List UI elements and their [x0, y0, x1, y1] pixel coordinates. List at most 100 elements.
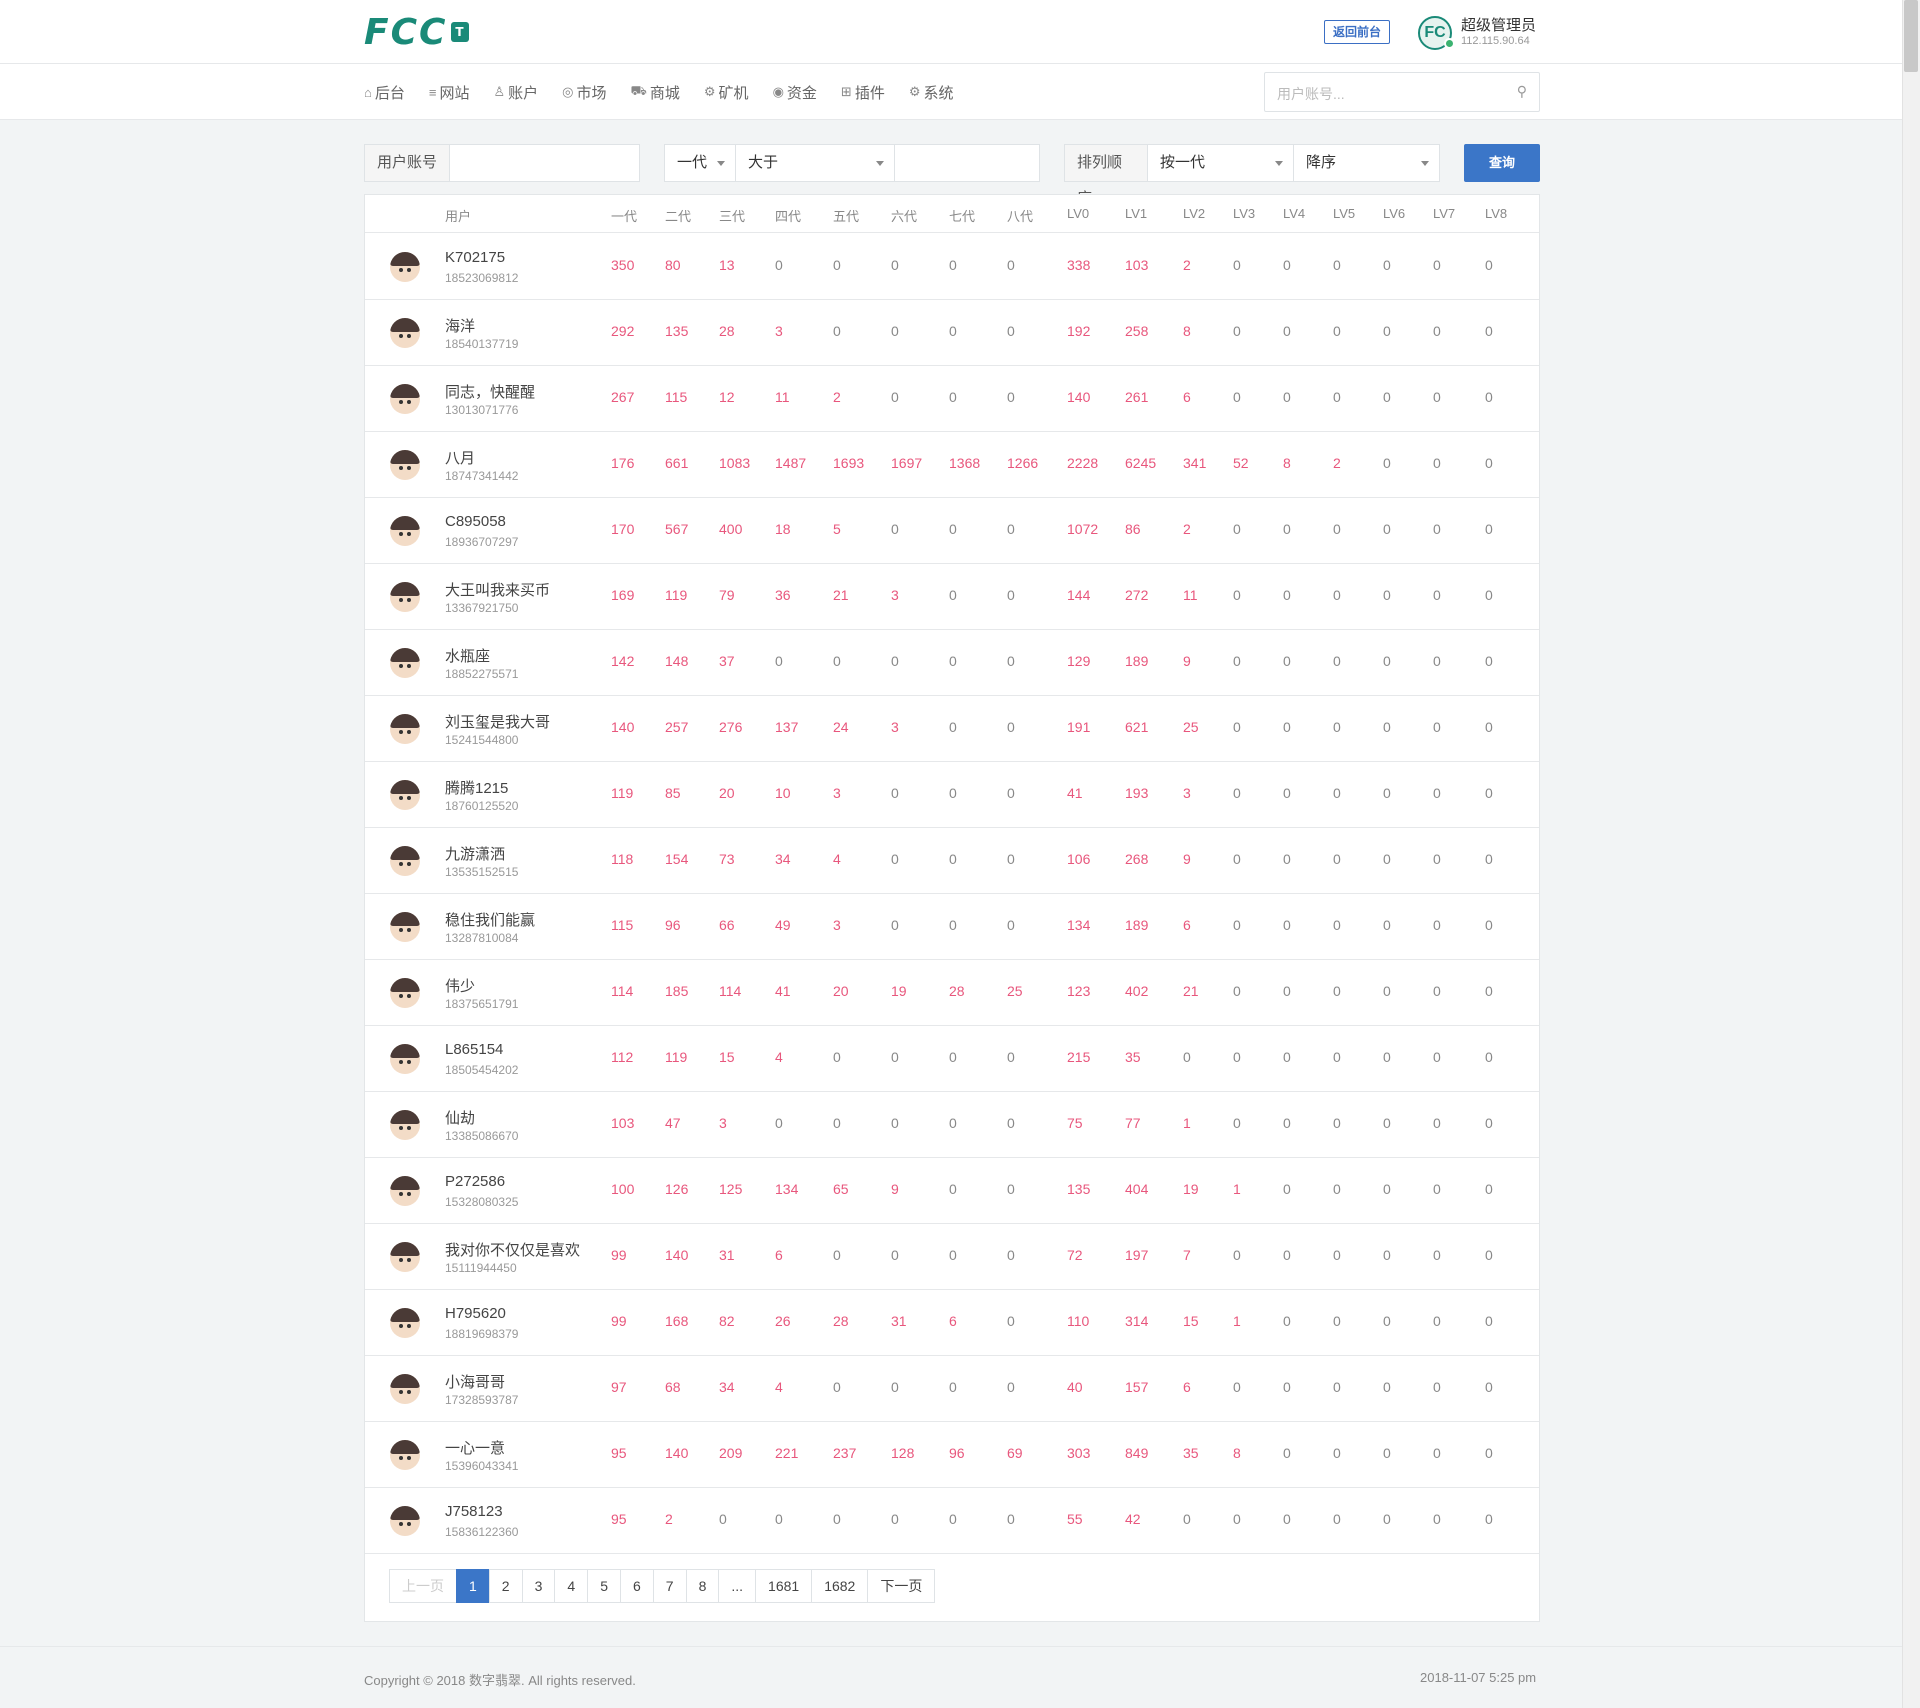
compare-value-input[interactable] [894, 144, 1040, 182]
query-button[interactable]: 查询 [1464, 144, 1540, 182]
table-row[interactable]: 八月 18747341442 176 661 1083 1487 1693 1697 1368 1… [365, 432, 1539, 498]
column-header[interactable]: LV2 [1183, 206, 1205, 221]
user-name[interactable]: 九游潇洒 [445, 843, 505, 864]
column-header[interactable]: LV7 [1433, 206, 1455, 221]
user-name[interactable]: 刘玉玺是我大哥 [445, 711, 550, 732]
user-name[interactable]: L865154 [445, 1041, 503, 1058]
column-header[interactable]: 三代 [719, 206, 745, 225]
table-row[interactable]: 仙劫 13385086670 103 47 3 0 0 0 0 0 75 77 1 0 0 0 0 0 0 [365, 1092, 1539, 1158]
page-button[interactable]: 1682 [811, 1569, 869, 1603]
user-name[interactable]: C895058 [445, 513, 506, 530]
column-header[interactable]: LV1 [1125, 206, 1147, 221]
table-cell: 0 [1433, 1445, 1441, 1461]
column-header[interactable]: 二代 [665, 206, 691, 225]
table-row[interactable]: 大王叫我来买币 13367921750 169 119 79 36 21 3 0 0 144 272 1… [365, 564, 1539, 630]
search-icon[interactable]: ⚲ [1517, 83, 1527, 100]
table-row[interactable]: L865154 18505454202 112 119 15 4 0 0 0 0 215 35 0 0 0 0… [365, 1026, 1539, 1092]
page-button[interactable]: 2 [488, 1569, 523, 1603]
column-header[interactable]: LV5 [1333, 206, 1355, 221]
order-by-select[interactable]: 按一代 [1147, 144, 1294, 182]
table-row[interactable]: 刘玉玺是我大哥 15241544800 140 257 276 137 24 3 0 0 191 62… [365, 696, 1539, 762]
nav-item-system[interactable]: ⚙ 系统 [909, 82, 954, 103]
table-row[interactable]: 水瓶座 18852275571 142 148 37 0 0 0 0 0 129 189 9 0 0 0 0 0 0 [365, 630, 1539, 696]
nav-item-plugin[interactable]: ⊞ 插件 [841, 82, 885, 103]
user-name[interactable]: 仙劫 [445, 1107, 475, 1128]
column-header[interactable]: 七代 [949, 206, 975, 225]
page-button[interactable]: 5 [587, 1569, 621, 1603]
page-button[interactable]: 4 [554, 1569, 589, 1603]
user-name[interactable]: P272586 [445, 1173, 505, 1190]
table-row[interactable]: J758123 15836122360 95 2 0 0 0 0 0 0 55 42 0 0 0 0 0 0 0 [365, 1488, 1539, 1554]
table-row[interactable]: 一心一意 15396043341 95 140 209 221 237 128 96 69 303 8… [365, 1422, 1539, 1488]
column-header[interactable]: 五代 [833, 206, 859, 225]
column-header[interactable]: 六代 [891, 206, 917, 225]
generation-select[interactable]: 一代 [664, 144, 736, 182]
fcc-logo[interactable]: FCC T [364, 12, 470, 53]
table-row[interactable]: 同志，快醒醒 13013071776 267 115 12 11 2 0 0 0 140 261 6 0 0… [365, 366, 1539, 432]
compare-select[interactable]: 大于 [735, 144, 895, 182]
account-input[interactable] [449, 144, 640, 182]
column-header[interactable]: 四代 [775, 206, 801, 225]
nav-item-website[interactable]: ≡ 网站 [429, 82, 470, 103]
table-row[interactable]: K702175 18523069812 350 80 13 0 0 0 0 0 338 103 2 0 0 0… [365, 234, 1539, 300]
user-name[interactable]: 八月 [445, 447, 475, 468]
table-cell: 134 [1067, 917, 1091, 933]
table-row[interactable]: 稳住我们能赢 13287810084 115 96 66 49 3 0 0 0 134 189 6 0 0 0… [365, 894, 1539, 960]
order-direction-select[interactable]: 降序 [1293, 144, 1440, 182]
page-scrollbar[interactable] [1902, 0, 1920, 1708]
user-name[interactable]: 一心一意 [445, 1437, 505, 1458]
column-header[interactable]: 用户 [445, 206, 471, 225]
user-name[interactable]: 我对你不仅仅是喜欢 [445, 1239, 580, 1260]
nav-item-account[interactable]: ♙ 账户 [493, 82, 538, 103]
table-cell: 129 [1067, 653, 1091, 669]
table-row[interactable]: 我对你不仅仅是喜欢 15111944450 99 140 31 6 0 0 0 0 72 197 7 0 0… [365, 1224, 1539, 1290]
column-header[interactable]: LV3 [1233, 206, 1255, 221]
nav-item-dashboard[interactable]: ⌂ 后台 [364, 82, 405, 103]
page-button[interactable]: 6 [619, 1569, 654, 1603]
column-header[interactable]: LV6 [1383, 206, 1405, 221]
table-row[interactable]: 海洋 18540137719 292 135 28 3 0 0 0 0 192 258 8 0 0 0 0 0 0 [365, 300, 1539, 366]
column-header[interactable]: 一代 [611, 206, 637, 225]
table-row[interactable]: 九游潇洒 13535152515 118 154 73 34 4 0 0 0 106 268 9 0 0 0 0… [365, 828, 1539, 894]
nav-item-market[interactable]: ◎ 市场 [562, 82, 606, 103]
user-name[interactable]: H795620 [445, 1305, 506, 1322]
table-cell: 0 [775, 1115, 783, 1131]
table-row[interactable]: P272586 15328080325 100 126 125 134 65 9 0 0 135 40… [365, 1158, 1539, 1224]
admin-name[interactable]: 超级管理员 [1461, 14, 1536, 35]
page-button[interactable]: 8 [685, 1569, 720, 1603]
table-row[interactable]: C895058 18936707297 170 567 400 18 5 0 0 0 1072 86 2… [365, 498, 1539, 564]
user-name[interactable]: J758123 [445, 1503, 503, 1520]
user-name[interactable]: 腾腾1215 [445, 777, 508, 798]
column-header[interactable]: 八代 [1007, 206, 1033, 225]
nav-item-shop[interactable]: ⛟ 商城 [631, 82, 680, 103]
table-row[interactable]: 伟少 18375651791 114 185 114 41 20 19 28 25 123 402 21… [365, 960, 1539, 1026]
page-button[interactable]: 7 [652, 1569, 687, 1603]
user-name[interactable]: 同志，快醒醒 [445, 381, 535, 402]
user-name[interactable]: 水瓶座 [445, 645, 490, 666]
user-name[interactable]: 小海哥哥 [445, 1371, 505, 1392]
user-name[interactable]: 稳住我们能赢 [445, 909, 535, 930]
scrollbar-thumb[interactable] [1904, 0, 1918, 72]
user-name[interactable]: 大王叫我来买币 [445, 579, 550, 600]
table-row[interactable]: 腾腾1215 18760125520 119 85 20 10 3 0 0 0 41 193 3 0 0 0 0… [365, 762, 1539, 828]
column-header[interactable]: LV4 [1283, 206, 1305, 221]
next-page-button[interactable]: 下一页 [867, 1569, 936, 1603]
table-row[interactable]: 小海哥哥 17328593787 97 68 34 4 0 0 0 0 40 157 6 0 0 0 0 0 0 [365, 1356, 1539, 1422]
compare-select-value: 大于 [748, 154, 779, 171]
page-button[interactable]: 3 [521, 1569, 556, 1603]
prev-page-button[interactable]: 上一页 [389, 1569, 457, 1603]
table-row[interactable]: H795620 18819698379 99 168 82 26 28 31 6 0 110 314 1… [365, 1290, 1539, 1356]
column-header[interactable]: LV0 [1067, 206, 1089, 221]
nav-search-input[interactable]: 用户账号... ⚲ [1264, 72, 1540, 112]
page-button[interactable]: 1681 [755, 1569, 813, 1603]
nav-item-funds[interactable]: ◉ 资金 [773, 82, 817, 103]
nav-item-miner[interactable]: ⚙ 矿机 [704, 82, 749, 103]
table-cell: 95 [611, 1511, 627, 1527]
column-header[interactable]: LV8 [1485, 206, 1507, 221]
user-name[interactable]: K702175 [445, 249, 505, 266]
user-name[interactable]: 海洋 [445, 315, 475, 336]
user-name[interactable]: 伟少 [445, 975, 475, 996]
return-frontend-button[interactable]: 返回前台 [1324, 20, 1391, 44]
page-button[interactable]: ... [718, 1569, 757, 1603]
page-button[interactable]: 1 [456, 1569, 490, 1603]
